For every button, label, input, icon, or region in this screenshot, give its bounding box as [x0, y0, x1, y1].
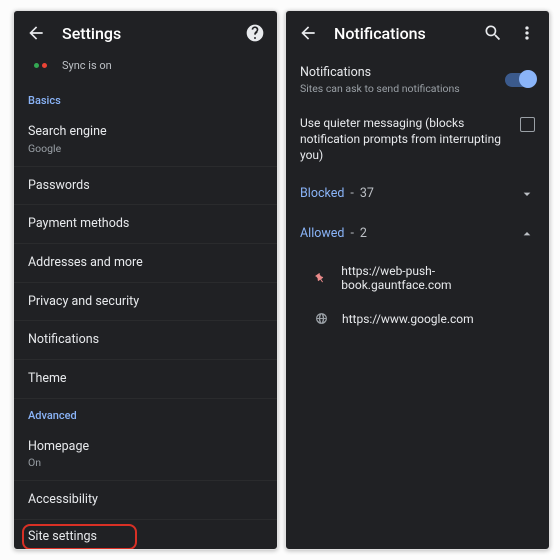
settings-item-label: Theme: [28, 371, 263, 387]
settings-item-passwords[interactable]: Passwords: [14, 167, 277, 206]
notifications-master-sub: Sites can ask to send notifications: [300, 82, 495, 95]
settings-item-label: Passwords: [28, 178, 263, 194]
blocked-label: Blocked: [300, 186, 344, 201]
settings-item-payment-methods[interactable]: Payment methods: [14, 205, 277, 244]
blocked-category-row[interactable]: Blocked - 37: [286, 174, 549, 214]
settings-item-label: Notifications: [28, 332, 263, 348]
notifications-header: Notifications: [286, 11, 549, 55]
settings-item-label: Search engine: [28, 124, 263, 140]
quieter-messaging-row[interactable]: Use quieter messaging (blocks notificati…: [286, 105, 549, 174]
allowed-site-row[interactable]: https://www.google.com: [286, 302, 549, 336]
allowed-count: 2: [360, 226, 367, 241]
settings-item-label: Homepage: [28, 439, 263, 455]
notifications-title: Notifications: [334, 24, 467, 43]
settings-item-label: Payment methods: [28, 216, 263, 232]
allowed-category-row[interactable]: Allowed - 2: [286, 214, 549, 254]
settings-item-site-settings[interactable]: Site settings: [14, 520, 277, 550]
settings-item-privacy[interactable]: Privacy and security: [14, 283, 277, 322]
pin-icon: [314, 271, 327, 285]
settings-item-label: Privacy and security: [28, 294, 263, 310]
quieter-messaging-label: Use quieter messaging (blocks notificati…: [300, 115, 510, 164]
quieter-messaging-checkbox[interactable]: [520, 117, 535, 132]
settings-item-label: Site settings: [28, 529, 263, 545]
back-arrow-icon[interactable]: [298, 23, 318, 43]
settings-item-sub: Google: [28, 142, 263, 155]
notifications-screen: Notifications Notifications Sites can as…: [285, 10, 550, 550]
settings-item-search-engine[interactable]: Search engine Google: [14, 113, 277, 167]
sync-status-label: Sync is on: [62, 59, 112, 72]
settings-item-homepage[interactable]: Homepage On: [14, 428, 277, 482]
chevron-up-icon: [519, 226, 535, 242]
section-basics: Basics: [14, 84, 277, 113]
settings-item-theme[interactable]: Theme: [14, 360, 277, 399]
settings-item-addresses[interactable]: Addresses and more: [14, 244, 277, 283]
sync-status-row[interactable]: Sync is on: [14, 55, 277, 84]
search-icon[interactable]: [483, 23, 503, 43]
notifications-master-title: Notifications: [300, 65, 495, 80]
settings-item-accessibility[interactable]: Accessibility: [14, 481, 277, 520]
allowed-site-url: https://web-push-book.gauntface.com: [341, 264, 535, 292]
blocked-count: 37: [360, 186, 374, 201]
settings-item-sub: On: [28, 456, 263, 469]
settings-screen: Settings Sync is on Basics Search engine…: [13, 10, 278, 550]
allowed-site-url: https://www.google.com: [342, 312, 474, 326]
help-icon[interactable]: [245, 23, 265, 43]
settings-item-notifications[interactable]: Notifications: [14, 321, 277, 360]
settings-item-label: Addresses and more: [28, 255, 263, 271]
settings-item-label: Accessibility: [28, 492, 263, 508]
back-arrow-icon[interactable]: [26, 23, 46, 43]
notifications-toggle[interactable]: [505, 73, 535, 87]
allowed-site-row[interactable]: https://web-push-book.gauntface.com: [286, 254, 549, 302]
allowed-sep: -: [350, 226, 353, 241]
settings-title: Settings: [62, 24, 229, 43]
allowed-label: Allowed: [300, 226, 344, 241]
notifications-master-toggle-row[interactable]: Notifications Sites can ask to send noti…: [286, 55, 549, 105]
account-avatar-icon: [32, 61, 50, 71]
section-advanced: Advanced: [14, 399, 277, 428]
chevron-down-icon: [519, 186, 535, 202]
globe-icon: [314, 312, 328, 326]
settings-header: Settings: [14, 11, 277, 55]
blocked-sep: -: [350, 186, 353, 201]
more-vert-icon[interactable]: [517, 23, 537, 43]
